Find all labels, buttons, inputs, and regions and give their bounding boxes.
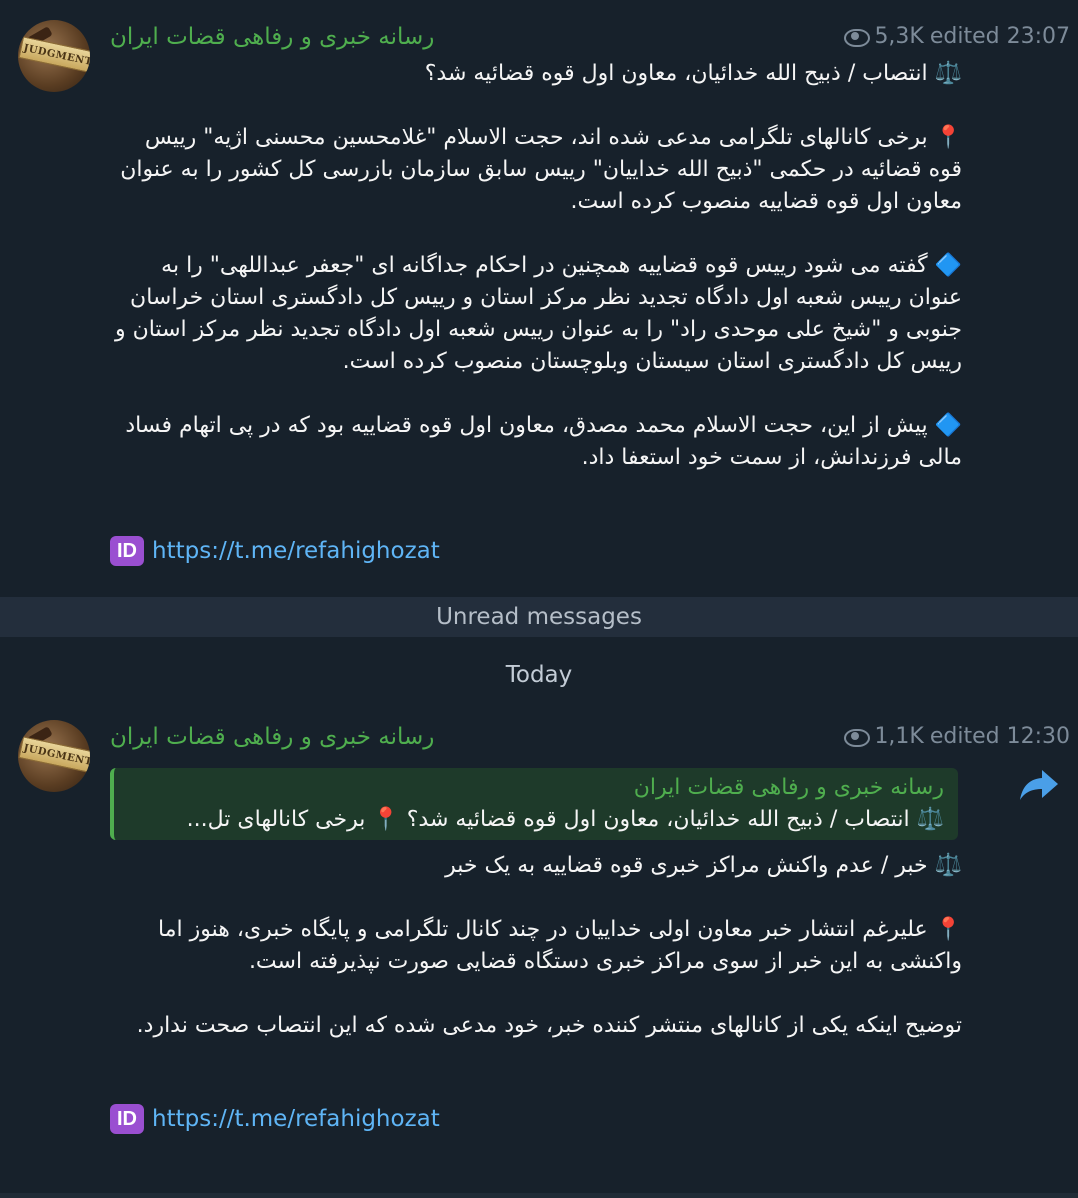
eye-icon — [844, 28, 871, 47]
eye-icon — [844, 728, 871, 747]
unread-messages-divider: Unread messages — [0, 597, 1078, 637]
sender-name[interactable]: رسانه خبری و رفاهی قضات ایران — [110, 24, 434, 50]
reply-sender: رسانه خبری و رفاهی قضات ایران — [633, 775, 944, 800]
channel-link[interactable]: https://t.me/refahighozat — [152, 1106, 440, 1132]
edited-time: edited 12:30 — [929, 724, 1070, 749]
avatar-sign: JUDGMENT — [18, 36, 90, 74]
channel-link-row: ID https://t.me/refahighozat — [110, 536, 440, 566]
edited-time: edited 23:07 — [929, 24, 1070, 49]
message-meta: 1,1K edited 12:30 — [844, 724, 1070, 749]
paragraph: ⚖️ خبر / عدم واکنش مراکز خبری قوه قضاییه… — [445, 853, 962, 878]
channel-avatar[interactable]: JUDGMENT — [18, 20, 90, 92]
id-badge-icon: ID — [110, 1104, 144, 1134]
views-count: 1,1K — [874, 724, 924, 749]
paragraph: توضیح اینکه یکی از کانالهای منتشر کننده … — [136, 1013, 962, 1038]
sender-name[interactable]: رسانه خبری و رفاهی قضات ایران — [110, 724, 434, 750]
bottom-divider — [0, 1193, 1078, 1198]
paragraph: 📍 علیرغم انتشار خبر معاون اولی خداییان د… — [158, 917, 962, 974]
message-meta: 5,3K edited 23:07 — [844, 24, 1070, 49]
message-text: ⚖️ انتصاب / ذبیح الله خدائیان، معاون اول… — [106, 58, 962, 506]
paragraph: ⚖️ انتصاب / ذبیح الله خدائیان، معاون اول… — [424, 61, 962, 86]
date-separator: Today — [505, 662, 573, 688]
reply-text: ⚖️ انتصاب / ذبیح الله خدائیان، معاون اول… — [186, 807, 944, 832]
paragraph: 🔷 پیش از این، حجت الاسلام محمد مصدق، معا… — [125, 413, 962, 470]
message-text: ⚖️ خبر / عدم واکنش مراکز خبری قوه قضاییه… — [106, 850, 962, 1074]
channel-link[interactable]: https://t.me/refahighozat — [152, 538, 440, 564]
paragraph: 🔷 گفته می شود رییس قوه قضاییه همچنین در … — [114, 253, 962, 374]
channel-avatar[interactable]: JUDGMENT — [18, 720, 90, 792]
channel-link-row: ID https://t.me/refahighozat — [110, 1104, 440, 1134]
avatar-sign: JUDGMENT — [18, 736, 90, 774]
forward-arrow-icon[interactable] — [1018, 768, 1060, 802]
reply-quote[interactable]: رسانه خبری و رفاهی قضات ایران ⚖️ انتصاب … — [110, 768, 958, 840]
paragraph: 📍 برخی کانالهای تلگرامی مدعی شده اند، حج… — [120, 125, 962, 214]
views-count: 5,3K — [874, 24, 924, 49]
id-badge-icon: ID — [110, 536, 144, 566]
